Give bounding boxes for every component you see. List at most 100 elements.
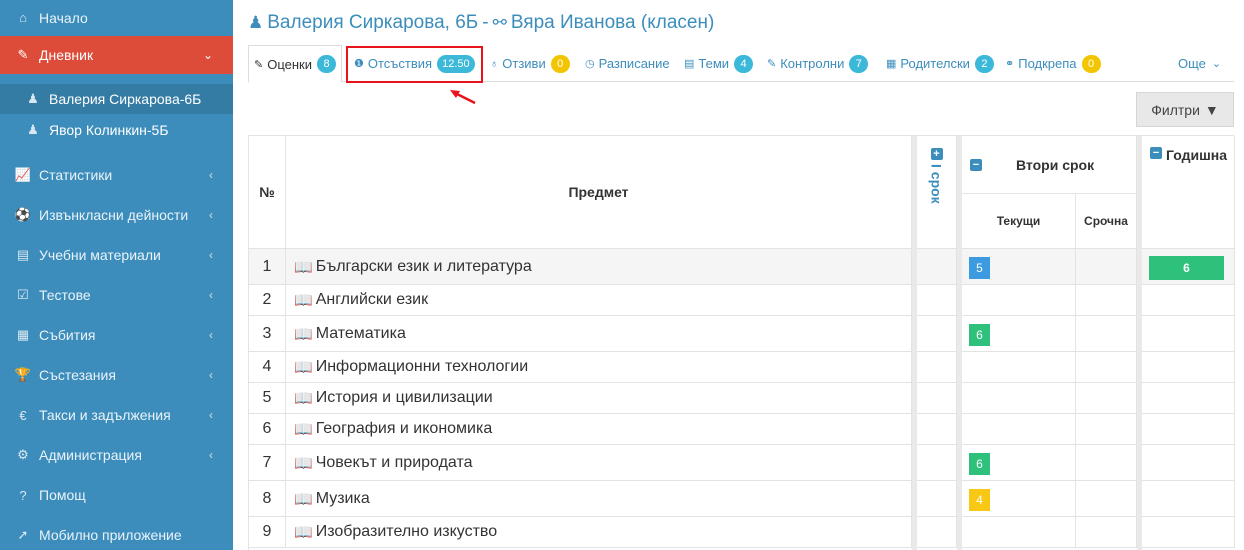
row-number: 7 <box>249 445 286 481</box>
annual-grade-cell <box>1142 481 1235 517</box>
tab-label: Разписание <box>598 56 670 71</box>
chevron-left-icon: ‹ <box>209 408 213 422</box>
edit-icon: ✎ <box>767 58 777 70</box>
row-number: 3 <box>249 316 286 352</box>
annual-grade-cell <box>1142 414 1235 445</box>
deadline-grade-cell <box>1076 352 1137 383</box>
sidebar-item-statistics[interactable]: 📈 Статистики ‹ <box>0 158 233 192</box>
line-chart-icon: 📈 <box>14 167 32 182</box>
sidebar-item-fees[interactable]: € Такси и задължения ‹ <box>0 398 233 432</box>
sidebar-item-label: Помощ <box>39 487 86 503</box>
annual-grade-cell <box>1142 517 1235 548</box>
sidebar-item-administration[interactable]: ⚙ Администрация ‹ <box>0 438 233 472</box>
sidebar-item-label: Тестове <box>39 287 91 303</box>
tab-label: Теми <box>698 56 730 71</box>
current-grades-cell <box>962 383 1076 414</box>
sidebar-item-competitions[interactable]: 🏆 Състезания ‹ <box>0 358 233 392</box>
sidebar-item-home[interactable]: ⌂ Начало <box>0 0 233 35</box>
sidebar-item-label: Извънкласни дейности <box>39 207 189 223</box>
sidebar-item-label: Дневник <box>39 47 94 63</box>
sidebar-item-student-valeria[interactable]: ♟ Валерия Сиркарова-6Б <box>0 84 233 114</box>
term1-cell <box>917 383 957 414</box>
chevron-down-icon: ⌄ <box>1211 58 1222 70</box>
collapse-icon[interactable]: − <box>970 158 982 171</box>
cogs-icon: ⚙ <box>17 447 29 462</box>
annual-label: Годишна <box>1166 147 1228 163</box>
deadline-grade-cell <box>1076 316 1137 352</box>
highlight-box <box>346 46 483 83</box>
book-icon: 📖 <box>294 524 313 541</box>
tab-parents[interactable]: ▦ Родителски 2 <box>886 45 994 82</box>
home-icon: ⌂ <box>19 10 27 25</box>
term1-cell <box>917 352 957 383</box>
tab-schedule[interactable]: ◷ Разписание <box>585 45 670 82</box>
tab-label: Родителски <box>900 56 970 71</box>
tab-topics[interactable]: ▤ Теми 4 <box>684 45 754 82</box>
glasses-icon: ⚯ <box>492 13 507 32</box>
deadline-grade-cell <box>1076 249 1137 285</box>
sidebar-item-extracurricular[interactable]: ⚽ Извънкласни дейности ‹ <box>0 198 233 232</box>
row-number: 1 <box>249 249 286 285</box>
sidebar-item-diary[interactable]: ✎ Дневник ⌄ <box>0 36 233 74</box>
tab-badge: 0 <box>550 54 570 73</box>
book-icon: ▤ <box>16 247 30 262</box>
sidebar-item-label: Мобилно приложение <box>39 527 182 543</box>
tab-grades[interactable]: ✎ Оценки 8 <box>248 45 342 83</box>
grade-badge[interactable]: 6 <box>969 453 990 475</box>
expand-icon[interactable]: + <box>930 148 943 160</box>
subject-name: Български език и литература <box>315 257 532 275</box>
sidebar-item-mobile-app[interactable]: ➚ Мобилно приложение <box>0 518 233 550</box>
deadline-grade-cell <box>1076 285 1137 316</box>
grades-table: № Предмет + I срок − Втори срок Текущи С… <box>248 135 1235 550</box>
subject-name: География и икономика <box>315 420 493 437</box>
tab-support[interactable]: ⚭ Подкрепа 0 <box>1005 45 1101 82</box>
tab-tests[interactable]: ✎ Контролни 7 <box>767 45 869 82</box>
chevron-down-icon: ⌄ <box>202 48 213 62</box>
annual-grade-badge[interactable]: 6 <box>1149 256 1224 280</box>
term1-cell <box>917 316 957 352</box>
annual-grade-cell <box>1142 445 1235 481</box>
tab-label: Контролни <box>780 56 845 71</box>
chevron-left-icon: ‹ <box>209 208 213 222</box>
col-header-term1[interactable]: + I срок <box>917 136 957 249</box>
term1-cell <box>917 517 957 548</box>
grade-badge[interactable]: 6 <box>969 324 990 346</box>
sidebar-item-label: Валерия Сиркарова-6Б <box>49 91 202 107</box>
child-icon: ♟ <box>27 122 39 137</box>
sidebar-item-label: Такси и задължения <box>39 407 171 423</box>
euro-icon: € <box>19 407 27 423</box>
book-icon: 📖 <box>294 292 313 309</box>
term1-label: I срок <box>928 164 945 204</box>
book-icon: 📖 <box>294 359 313 376</box>
book-icon: 📖 <box>294 421 313 438</box>
soccer-ball-icon: ⚽ <box>14 207 32 222</box>
chevron-left-icon: ‹ <box>209 368 213 382</box>
current-grades-cell <box>962 352 1076 383</box>
tab-reviews[interactable]: ♁ Отзиви 0 <box>490 45 570 82</box>
subject-name: Изобразително изкуство <box>315 523 498 540</box>
term1-cell <box>917 285 957 316</box>
sidebar-item-tests[interactable]: ☑ Тестове ‹ <box>0 278 233 312</box>
sidebar-item-student-yavor[interactable]: ♟ Явор Колинкин-5Б <box>0 115 233 145</box>
sidebar-item-materials[interactable]: ▤ Учебни материали ‹ <box>0 238 233 272</box>
arrow-pointer-icon <box>450 90 476 105</box>
child-icon: ♟ <box>27 91 39 106</box>
tab-more[interactable]: Още ⌄ <box>1178 45 1221 82</box>
current-grades-cell <box>962 285 1076 316</box>
sidebar-item-help[interactable]: ? Помощ <box>0 478 233 512</box>
collapse-icon[interactable]: − <box>1150 147 1162 159</box>
award-icon: ♁ <box>490 57 499 70</box>
clock-icon: ◷ <box>585 58 595 70</box>
grade-badge[interactable]: 5 <box>969 257 990 279</box>
filter-button[interactable]: Филтри ▼ <box>1136 92 1234 127</box>
student-name: Валерия Сиркарова, 6Б <box>267 12 479 33</box>
grade-badge[interactable]: 4 <box>969 489 990 511</box>
subject-name: Музика <box>315 489 370 507</box>
filter-label: Филтри <box>1151 101 1200 118</box>
checkbox-icon: ☑ <box>17 287 29 302</box>
deadline-grade-cell <box>1076 445 1137 481</box>
row-number: 8 <box>249 481 286 517</box>
tab-badge: 4 <box>734 54 754 73</box>
sidebar-item-events[interactable]: ▦ Събития ‹ <box>0 318 233 352</box>
col-header-deadline: Срочна <box>1076 194 1137 249</box>
